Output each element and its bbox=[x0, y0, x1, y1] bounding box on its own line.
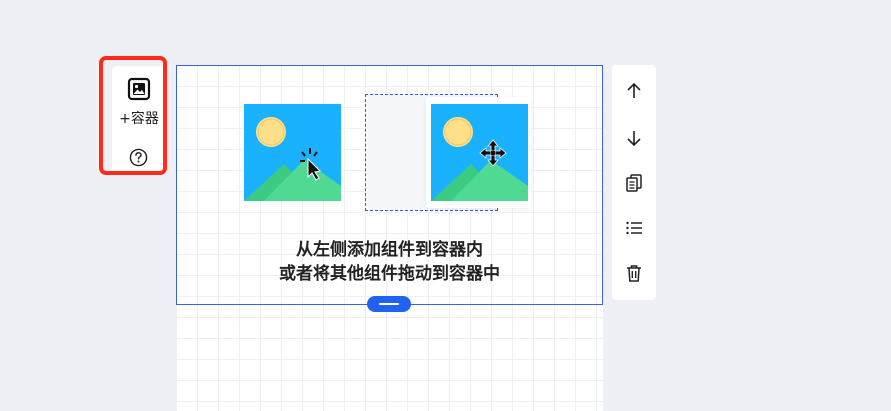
right-toolbar bbox=[612, 65, 656, 300]
hint-line-2: 或者将其他组件拖动到容器中 bbox=[279, 264, 500, 284]
resize-handle[interactable] bbox=[367, 296, 411, 312]
arrow-up-icon[interactable] bbox=[624, 81, 644, 101]
tool-highlight-box bbox=[99, 56, 167, 175]
drag-component-illustration bbox=[431, 104, 528, 201]
trash-icon[interactable] bbox=[624, 263, 644, 283]
copy-icon[interactable] bbox=[624, 173, 644, 193]
list-icon[interactable] bbox=[624, 218, 644, 238]
add-component-illustration bbox=[244, 104, 341, 201]
arrow-down-icon[interactable] bbox=[624, 128, 644, 148]
hint-line-1: 从左侧添加组件到容器内 bbox=[296, 240, 483, 260]
